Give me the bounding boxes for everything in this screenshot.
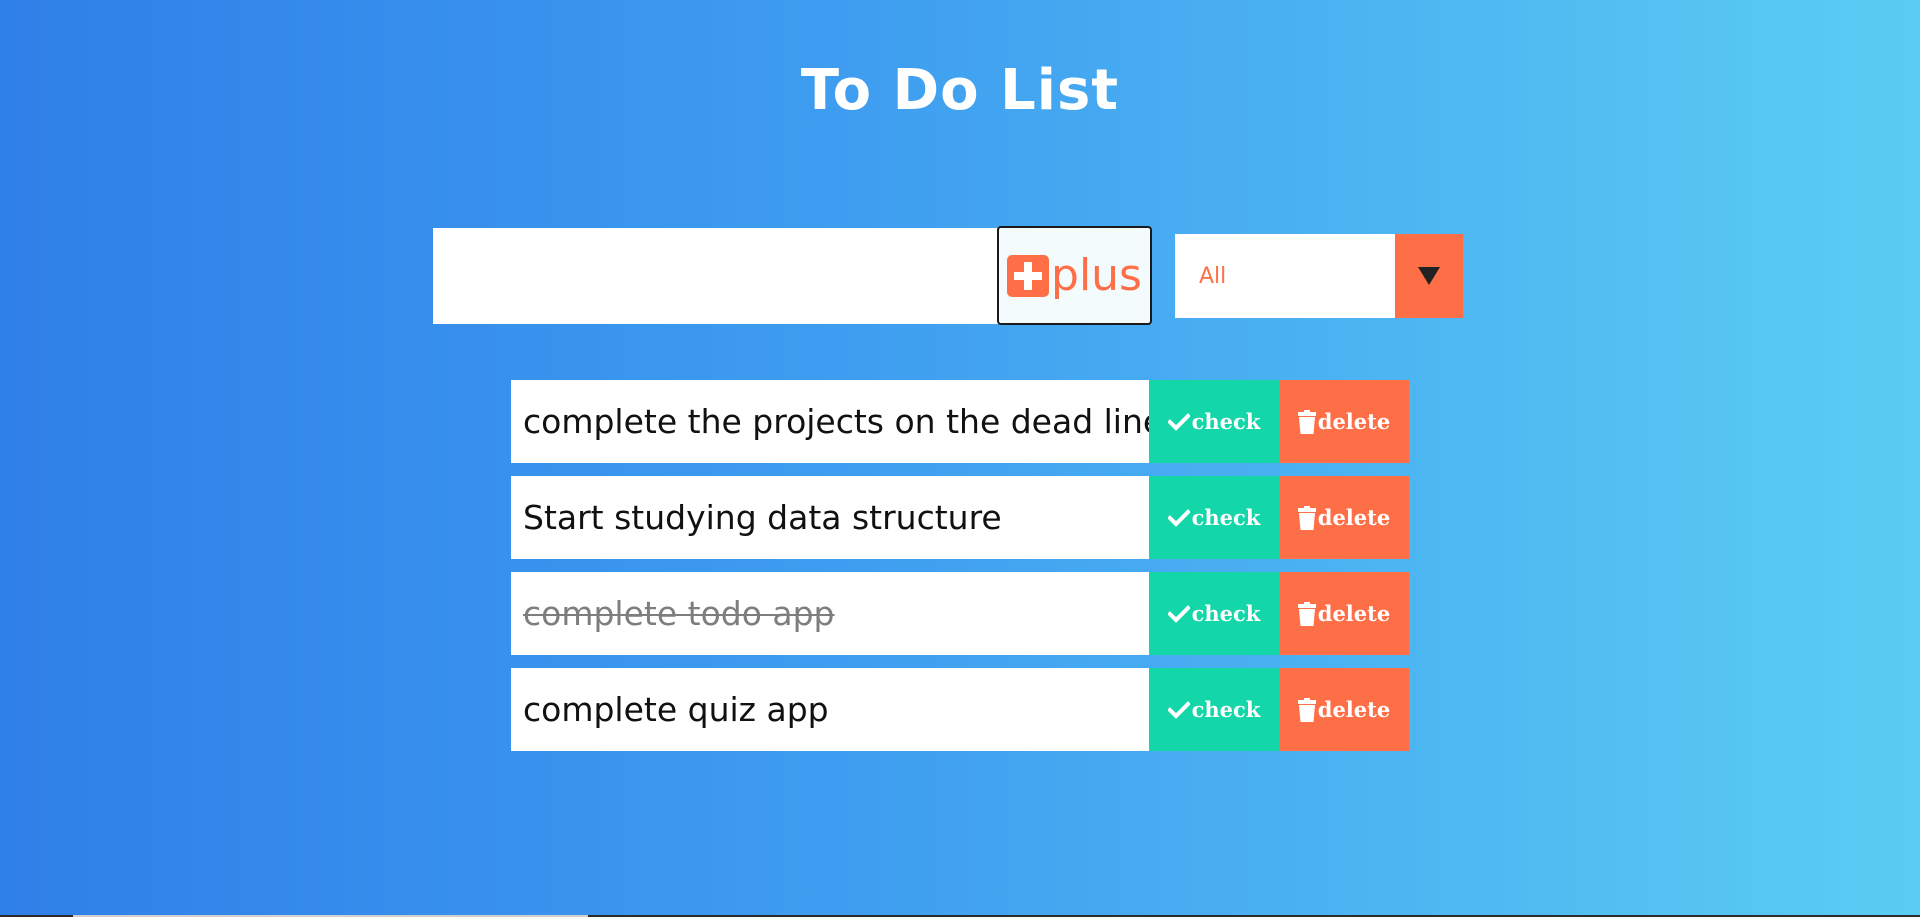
todo-item: complete the projects on the dead line c… — [511, 380, 1409, 463]
check-button[interactable]: check — [1149, 380, 1279, 463]
todo-list: complete the projects on the dead line c… — [511, 380, 1409, 764]
trash-icon — [1297, 601, 1316, 626]
check-label: check — [1191, 409, 1261, 434]
todo-item: complete quiz app check delete — [511, 668, 1409, 751]
todo-item: Start studying data structure check dele… — [511, 476, 1409, 559]
delete-label: delete — [1317, 409, 1391, 434]
check-label: check — [1191, 697, 1261, 722]
delete-button[interactable]: delete — [1279, 668, 1409, 751]
trash-icon — [1297, 505, 1316, 530]
check-label: check — [1191, 601, 1261, 626]
delete-button[interactable]: delete — [1279, 572, 1409, 655]
checkmark-icon — [1167, 700, 1190, 719]
filter-dropdown-button[interactable] — [1395, 234, 1463, 318]
plus-square-icon — [1007, 254, 1050, 297]
todo-item: complete todo app check delete — [511, 572, 1409, 655]
delete-label: delete — [1317, 601, 1391, 626]
trash-icon — [1297, 409, 1316, 434]
caret-down-icon — [1418, 267, 1440, 285]
filter-selected-value: All — [1199, 263, 1227, 289]
todo-text: Start studying data structure — [511, 476, 1149, 559]
todo-text: complete quiz app — [511, 668, 1149, 751]
add-todo-button[interactable]: plus — [997, 226, 1152, 325]
check-label: check — [1191, 505, 1261, 530]
delete-label: delete — [1317, 505, 1391, 530]
todo-text-completed: complete todo app — [511, 572, 1149, 655]
checkmark-icon — [1167, 508, 1190, 527]
check-button[interactable]: check — [1149, 476, 1279, 559]
checkmark-icon — [1167, 604, 1190, 623]
trash-icon — [1297, 697, 1316, 722]
page-title: To Do List — [800, 58, 1120, 123]
todo-text: complete the projects on the dead line — [511, 380, 1149, 463]
delete-button[interactable]: delete — [1279, 380, 1409, 463]
check-button[interactable]: check — [1149, 668, 1279, 751]
todo-input[interactable] — [433, 228, 998, 324]
delete-label: delete — [1317, 697, 1391, 722]
checkmark-icon — [1167, 412, 1190, 431]
add-button-label: plus — [1051, 249, 1142, 301]
check-button[interactable]: check — [1149, 572, 1279, 655]
filter-select[interactable]: All — [1175, 234, 1463, 318]
delete-button[interactable]: delete — [1279, 476, 1409, 559]
